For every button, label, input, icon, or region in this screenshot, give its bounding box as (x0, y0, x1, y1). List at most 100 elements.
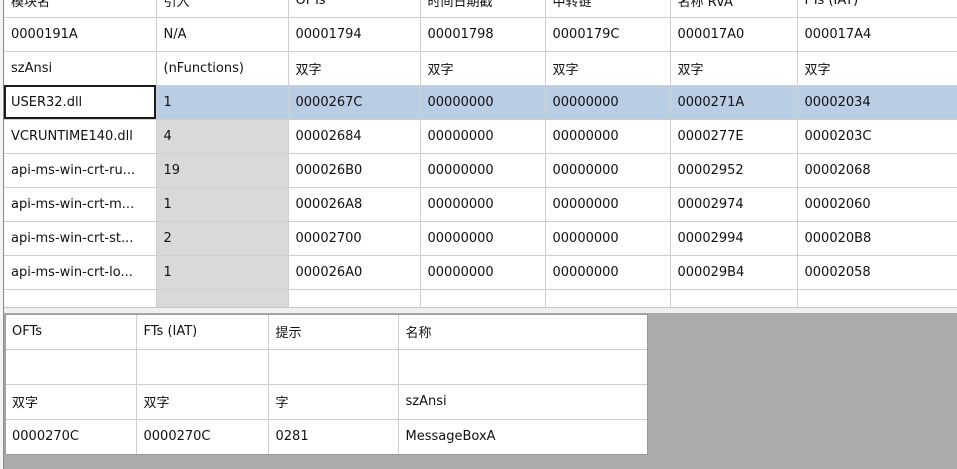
module-value-cell[interactable]: 00002974 (670, 187, 798, 222)
column-header[interactable]: 提示 (268, 314, 399, 350)
module-value-cell[interactable]: 00002068 (797, 153, 957, 188)
empty-cell (156, 289, 289, 307)
empty-cell (288, 289, 421, 307)
column-header[interactable]: 中转链 (545, 0, 671, 18)
module-row[interactable]: api-ms-win-crt-st... 2 00002700 00000000 000… (4, 221, 957, 256)
function-value-cell[interactable]: MessageBoxA (398, 419, 648, 455)
module-value-cell[interactable]: 00000000 (420, 221, 546, 256)
module-value-cell[interactable]: 1 (156, 255, 289, 290)
size-cell[interactable]: 字 (268, 384, 399, 420)
size-cell[interactable]: szAnsi (398, 384, 648, 420)
splitter[interactable] (4, 307, 957, 314)
column-header[interactable]: 名称 RVA (670, 0, 798, 18)
size-cell[interactable]: 双字 (5, 384, 137, 420)
offset-cell[interactable] (136, 349, 269, 385)
function-size-row: 双字 双字字 szAnsi (5, 384, 648, 420)
module-name-cell[interactable]: api-ms-win-crt-lo... (4, 255, 157, 290)
module-value-cell[interactable]: 00000000 (420, 85, 546, 120)
function-offset-row (5, 349, 648, 385)
module-value-cell[interactable]: 00002952 (670, 153, 798, 188)
empty-cell (797, 289, 957, 307)
function-table: OFTs FTs (IAT) 提示 名称 双字 双字字 szAnsi 0000270C 0000… (5, 314, 648, 455)
function-table-header-row: OFTs FTs (IAT) 提示 名称 (5, 314, 648, 350)
size-cell[interactable]: 双字 (288, 51, 421, 86)
offset-cell[interactable] (5, 349, 137, 385)
column-header[interactable]: OFTs (288, 0, 421, 18)
offset-cell[interactable]: 00001794 (288, 17, 421, 52)
module-value-cell[interactable]: 00002994 (670, 221, 798, 256)
column-header[interactable]: 模块名 (4, 0, 157, 18)
module-value-cell[interactable]: 00000000 (545, 85, 671, 120)
module-name-cell[interactable]: USER32.dll (4, 85, 157, 120)
module-name-cell[interactable]: VCRUNTIME140.dll (4, 119, 157, 154)
module-name-cell[interactable]: api-ms-win-crt-ru... (4, 153, 157, 188)
module-value-cell[interactable]: 000026B0 (288, 153, 421, 188)
offset-cell[interactable]: N/A (156, 17, 289, 52)
offset-cell[interactable]: 00001798 (420, 17, 546, 52)
module-table-header-row: 模块名 引入 OFTs 时间日期戳 中转链 名称 RVA FTs (IAT) (4, 0, 957, 18)
column-header[interactable]: FTs (IAT) (797, 0, 957, 18)
module-value-cell[interactable]: 00000000 (545, 255, 671, 290)
module-row[interactable]: VCRUNTIME140.dll 4 00002684 00000000 0000000… (4, 119, 957, 154)
module-row[interactable]: api-ms-win-crt-m... 1 000026A8 00000000 0000… (4, 187, 957, 222)
module-value-cell[interactable]: 4 (156, 119, 289, 154)
module-row[interactable]: api-ms-win-crt-ru... 19 000026B0 00000000 00… (4, 153, 957, 188)
empty-cell (4, 289, 157, 307)
size-cell[interactable]: 双字 (545, 51, 671, 86)
column-header[interactable]: 名称 (398, 314, 648, 350)
module-value-cell[interactable]: 00000000 (420, 119, 546, 154)
module-value-cell[interactable]: 000029B4 (670, 255, 798, 290)
module-value-cell[interactable]: 00000000 (545, 153, 671, 188)
offset-cell[interactable]: 000017A0 (670, 17, 798, 52)
column-header[interactable]: FTs (IAT) (136, 314, 269, 350)
size-cell[interactable]: 双字 (670, 51, 798, 86)
module-value-cell[interactable]: 00000000 (545, 221, 671, 256)
column-header[interactable]: 时间日期戳 (420, 0, 546, 18)
size-row: szAnsi (nFunctions) 双字 双字 双字 双字 双字 (4, 51, 957, 86)
module-value-cell[interactable]: 000026A0 (288, 255, 421, 290)
function-row[interactable]: 0000270C 0000270C 0281 MessageBoxA (5, 419, 648, 455)
module-value-cell[interactable]: 0000277E (670, 119, 798, 154)
module-value-cell[interactable]: 000026A8 (288, 187, 421, 222)
module-value-cell[interactable]: 0000271A (670, 85, 798, 120)
size-cell[interactable]: 双字 (420, 51, 546, 86)
offset-cell[interactable]: 0000179C (545, 17, 671, 52)
module-name-cell[interactable]: api-ms-win-crt-st... (4, 221, 157, 256)
module-value-cell[interactable]: 1 (156, 85, 289, 120)
module-value-cell[interactable]: 00000000 (420, 187, 546, 222)
module-value-cell[interactable]: 0000203C (797, 119, 957, 154)
size-cell[interactable]: 双字 (136, 384, 269, 420)
offset-row: 0000191A N/A 00001794 00001798 0000179C 00001… (4, 17, 957, 52)
module-value-cell[interactable]: 00000000 (420, 153, 546, 188)
offset-cell[interactable] (268, 349, 399, 385)
module-value-cell[interactable]: 00002060 (797, 187, 957, 222)
module-value-cell[interactable]: 00000000 (545, 187, 671, 222)
offset-cell[interactable] (398, 349, 648, 385)
function-value-cell[interactable]: 0000270C (5, 419, 137, 455)
column-header[interactable]: 引入 (156, 0, 289, 18)
column-header[interactable]: OFTs (5, 314, 137, 350)
module-value-cell[interactable]: 00002034 (797, 85, 957, 120)
size-cell[interactable]: 双字 (797, 51, 957, 86)
module-value-cell[interactable]: 0000267C (288, 85, 421, 120)
module-value-cell[interactable]: 000020B8 (797, 221, 957, 256)
module-value-cell[interactable]: 2 (156, 221, 289, 256)
offset-cell[interactable]: 000017A4 (797, 17, 957, 52)
module-name-cell[interactable]: api-ms-win-crt-m... (4, 187, 157, 222)
module-value-cell[interactable]: 19 (156, 153, 289, 188)
module-value-cell[interactable]: 00000000 (545, 119, 671, 154)
module-value-cell[interactable]: 00002058 (797, 255, 957, 290)
module-row[interactable]: api-ms-win-crt-lo... 1 000026A0 00000000 000… (4, 255, 957, 290)
module-value-cell[interactable]: 00002700 (288, 221, 421, 256)
module-value-cell[interactable]: 00002684 (288, 119, 421, 154)
function-value-cell[interactable]: 0281 (268, 419, 399, 455)
module-value-cell[interactable]: 1 (156, 187, 289, 222)
size-cell[interactable]: (nFunctions) (156, 51, 289, 86)
module-row[interactable]: USER32.dll 1 0000267C 00000000 00000000 00002… (4, 85, 957, 120)
module-value-cell[interactable]: 00000000 (420, 255, 546, 290)
size-cell[interactable]: szAnsi (4, 51, 157, 86)
offset-cell[interactable]: 0000191A (4, 17, 157, 52)
function-value-cell[interactable]: 0000270C (136, 419, 269, 455)
empty-cell (545, 289, 671, 307)
module-table: 模块名 引入 OFTs 时间日期戳 中转链 名称 RVA FTs (IAT) 0000191A… (4, 0, 957, 307)
